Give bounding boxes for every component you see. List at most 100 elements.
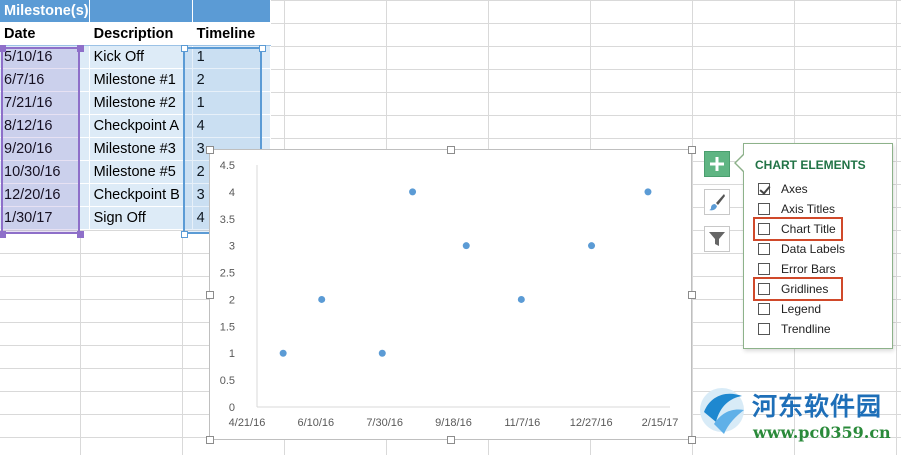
- description-cell[interactable]: Kick Off: [89, 45, 193, 69]
- y-tick-label: 1.5: [220, 321, 235, 333]
- table-row: 8/12/16 Checkpoint A4: [0, 114, 271, 138]
- description-cell[interactable]: Milestone #5: [89, 160, 193, 184]
- scatter-chart[interactable]: 0 0.5 1 1.5 2 2.5 3 3.5 4 4.5 4/21/16 6/10/16 7/30/1…: [209, 149, 692, 440]
- checkbox[interactable]: [758, 203, 770, 215]
- y-tick-label: 0: [229, 402, 235, 414]
- date-cell[interactable]: 10/30/16: [0, 160, 90, 184]
- chart-resize-handle[interactable]: [688, 436, 696, 444]
- chart-styles-button[interactable]: [704, 189, 730, 215]
- element-option-gridlines[interactable]: Gridlines: [758, 281, 828, 297]
- chart-resize-handle[interactable]: [688, 146, 696, 154]
- data-point: [644, 188, 652, 196]
- watermark-url: www.pc0359.cn: [753, 423, 891, 442]
- chart-resize-handle[interactable]: [206, 291, 214, 299]
- chart-resize-handle[interactable]: [688, 291, 696, 299]
- range-handle[interactable]: [0, 45, 6, 52]
- data-point: [409, 188, 417, 196]
- x-tick-label: 2/15/17: [642, 417, 679, 429]
- data-point: [378, 349, 386, 357]
- header-description[interactable]: Description: [89, 22, 193, 46]
- chart-elements-button[interactable]: [704, 151, 730, 177]
- description-cell[interactable]: Milestone #2: [89, 91, 193, 115]
- data-point: [318, 295, 326, 303]
- paintbrush-icon: [709, 194, 725, 211]
- header-timeline[interactable]: Timeline: [192, 22, 271, 46]
- chart-resize-handle[interactable]: [206, 436, 214, 444]
- x-tick-label: 11/7/16: [504, 417, 540, 429]
- description-cell[interactable]: Sign Off: [89, 206, 193, 230]
- range-handle[interactable]: [259, 45, 266, 52]
- element-option-error-bars[interactable]: Error Bars: [758, 261, 836, 277]
- range-handle[interactable]: [77, 231, 84, 238]
- header-date[interactable]: Date: [0, 22, 90, 46]
- range-handle[interactable]: [77, 45, 84, 52]
- date-cell[interactable]: 1/30/17: [0, 206, 90, 230]
- watermark-text: 河东软件园: [752, 392, 883, 421]
- y-tick-label: 4.5: [220, 160, 235, 172]
- option-label: Legend: [781, 302, 822, 316]
- checkbox[interactable]: [758, 263, 770, 275]
- checkbox[interactable]: [758, 243, 770, 255]
- checkbox[interactable]: [758, 283, 770, 295]
- y-tick-label: 3.5: [220, 214, 235, 226]
- chart-plot: 0 0.5 1 1.5 2 2.5 3 3.5 4 4.5 4/21/16 6/10/16 7/30/1…: [220, 160, 679, 429]
- range-handle[interactable]: [181, 45, 188, 52]
- option-label: Chart Title: [781, 222, 836, 236]
- element-option-axes[interactable]: Axes: [758, 181, 808, 197]
- description-cell[interactable]: Milestone #1: [89, 68, 193, 92]
- chart-resize-handle[interactable]: [447, 436, 455, 444]
- filter-icon: [709, 232, 725, 246]
- chart-elements-flyout: CHART ELEMENTS Axes Axis Titles Chart Ti…: [743, 143, 893, 349]
- plus-icon: [710, 157, 724, 171]
- timeline-cell[interactable]: 2: [192, 68, 271, 92]
- date-cell[interactable]: 8/12/16: [0, 114, 90, 138]
- element-option-chart-title[interactable]: Chart Title: [758, 221, 836, 237]
- description-cell[interactable]: Milestone #3: [89, 137, 193, 161]
- checkbox[interactable]: [758, 223, 770, 235]
- range-handle[interactable]: [181, 231, 188, 238]
- date-cell[interactable]: 7/21/16: [0, 91, 90, 115]
- chart-resize-handle[interactable]: [447, 146, 455, 154]
- y-tick-label: 1: [229, 348, 235, 360]
- x-tick-label: 6/10/16: [297, 417, 334, 429]
- timeline-cell[interactable]: 4: [192, 114, 271, 138]
- date-cell[interactable]: 5/10/16: [0, 45, 90, 69]
- table-title-row: Milestone(s): [0, 0, 271, 23]
- table-row: 7/21/16 Milestone #2 1: [0, 91, 271, 115]
- date-cell[interactable]: 6/7/16: [0, 68, 90, 92]
- range-handle[interactable]: [0, 231, 6, 238]
- x-tick-label: 7/30/16: [366, 417, 403, 429]
- option-label: Error Bars: [781, 262, 836, 276]
- element-option-data-labels[interactable]: Data Labels: [758, 241, 845, 257]
- description-cell[interactable]: Checkpoint A: [89, 114, 193, 138]
- element-option-trendline[interactable]: Trendline: [758, 321, 831, 337]
- table-title-cell-2[interactable]: [89, 0, 193, 23]
- y-tick-label: 2.5: [220, 268, 235, 280]
- checkbox[interactable]: [758, 323, 770, 335]
- date-cell[interactable]: 12/20/16: [0, 183, 90, 207]
- table-title-cell-3[interactable]: [192, 0, 271, 23]
- table-title-cell[interactable]: Milestone(s): [0, 0, 90, 23]
- option-label: Data Labels: [781, 242, 846, 256]
- element-option-axis-titles[interactable]: Axis Titles: [758, 201, 835, 217]
- table-row: 6/7/16 Milestone #1 2: [0, 68, 271, 92]
- y-tick-label: 3: [229, 241, 235, 253]
- option-label: Axis Titles: [781, 202, 836, 216]
- x-tick-label: 4/21/16: [229, 417, 266, 429]
- description-cell[interactable]: Checkpoint B: [89, 183, 193, 207]
- checkbox[interactable]: [758, 183, 770, 195]
- table-row: 5/10/16 Kick Off 1: [0, 45, 271, 69]
- chart-filters-button[interactable]: [704, 226, 730, 252]
- checkbox[interactable]: [758, 303, 770, 315]
- y-tick-label: 0.5: [220, 375, 235, 387]
- date-cell[interactable]: 9/20/16: [0, 137, 90, 161]
- x-tick-label: 12/27/16: [570, 417, 613, 429]
- flyout-title: CHART ELEMENTS: [755, 158, 866, 172]
- y-tick-label: 2: [229, 294, 235, 306]
- data-point: [279, 349, 287, 357]
- watermark-logo-icon: [700, 388, 744, 434]
- element-option-legend[interactable]: Legend: [758, 301, 821, 317]
- data-point: [588, 242, 596, 250]
- timeline-cell[interactable]: 1: [192, 91, 271, 115]
- chart-resize-handle[interactable]: [206, 146, 214, 154]
